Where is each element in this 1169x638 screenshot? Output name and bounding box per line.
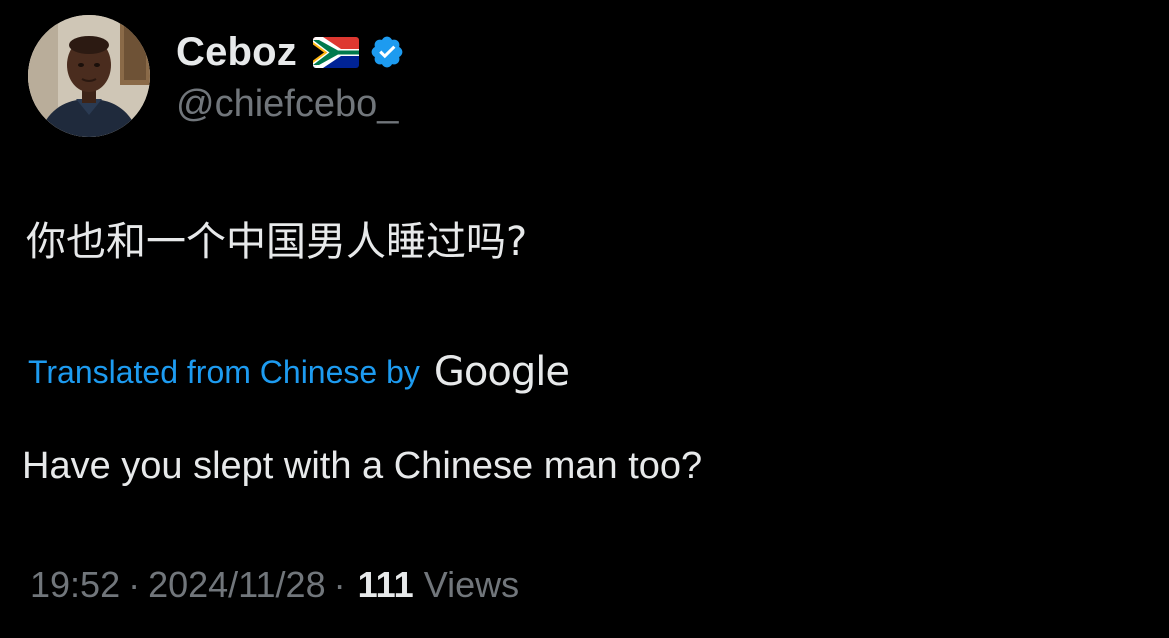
translation-attribution: Translated from Chinese by Google	[28, 342, 570, 402]
name-row: Ceboz	[176, 24, 405, 80]
views-label[interactable]: Views	[424, 564, 519, 606]
separator: ·	[128, 564, 141, 605]
verified-badge-icon[interactable]	[369, 34, 405, 70]
translated-text: Have you slept with a Chinese man too?	[22, 445, 703, 487]
avatar[interactable]	[28, 15, 150, 137]
tweet-meta: 19:52 · 2024/11/28 · 111 Views	[30, 560, 519, 610]
tweet-date[interactable]: 2024/11/28	[148, 564, 326, 606]
translated-from-link[interactable]: Translated from Chinese by	[28, 354, 420, 391]
views-count[interactable]: 111	[358, 564, 414, 606]
tweet-card: Ceboz @chiefcebo_ 你也和一个中国男人睡过吗? Translat…	[0, 0, 1169, 638]
separator: ·	[333, 564, 346, 605]
display-name[interactable]: Ceboz	[176, 30, 297, 75]
user-handle[interactable]: @chiefcebo_	[176, 80, 405, 128]
avatar-photo	[28, 15, 150, 137]
tweet-time[interactable]: 19:52	[30, 564, 120, 606]
south-africa-flag-icon	[313, 36, 359, 68]
tweet-header: Ceboz @chiefcebo_	[28, 14, 405, 138]
user-meta: Ceboz @chiefcebo_	[176, 15, 405, 137]
tweet-text: 你也和一个中国男人睡过吗?	[26, 219, 528, 265]
google-logo: Google	[433, 349, 570, 395]
